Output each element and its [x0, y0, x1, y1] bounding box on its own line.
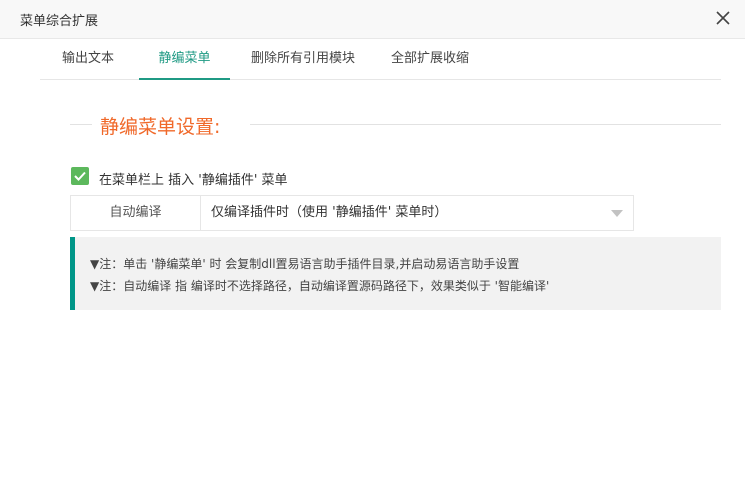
auto-compile-select[interactable]: 仅编译插件时（使用 '静编插件' 菜单时）	[201, 196, 633, 230]
checkmark-icon	[74, 171, 86, 181]
tab-bar: 输出文本 静编菜单 删除所有引用模块 全部扩展收缩	[40, 39, 721, 80]
auto-compile-row: 自动编译 仅编译插件时（使用 '静编插件' 菜单时）	[70, 195, 634, 231]
title-bar: 菜单综合扩展	[0, 0, 745, 39]
tab-output-text[interactable]: 输出文本	[48, 39, 128, 79]
note-line: ▼注：自动编译 指 编译时不选择路径，自动编译置源码路径下，效果类似于 '智能编…	[90, 279, 550, 293]
section-divider-left	[70, 124, 92, 125]
auto-compile-label: 自动编译	[71, 196, 201, 230]
section-title: 静编菜单设置:	[100, 116, 221, 138]
section-divider-right	[250, 124, 721, 125]
insert-menu-label: 在菜单栏上 插入 '静编插件' 菜单	[99, 173, 288, 188]
tab-delete-modules[interactable]: 删除所有引用模块	[243, 39, 363, 79]
chevron-down-icon	[611, 210, 623, 217]
note-box: ▼注：单击 '静编菜单' 时 会复制dll置易语言助手插件目录,并启动易语言助手…	[70, 237, 721, 310]
note-line: ▼注：单击 '静编菜单' 时 会复制dll置易语言助手插件目录,并启动易语言助手…	[90, 257, 520, 271]
window-title: 菜单综合扩展	[20, 14, 99, 29]
tab-collapse-all[interactable]: 全部扩展收缩	[380, 39, 480, 79]
tab-static-menu[interactable]: 静编菜单	[139, 39, 230, 80]
insert-menu-checkbox[interactable]	[71, 167, 89, 185]
auto-compile-value: 仅编译插件时（使用 '静编插件' 菜单时）	[211, 205, 448, 220]
close-icon[interactable]	[713, 8, 733, 28]
